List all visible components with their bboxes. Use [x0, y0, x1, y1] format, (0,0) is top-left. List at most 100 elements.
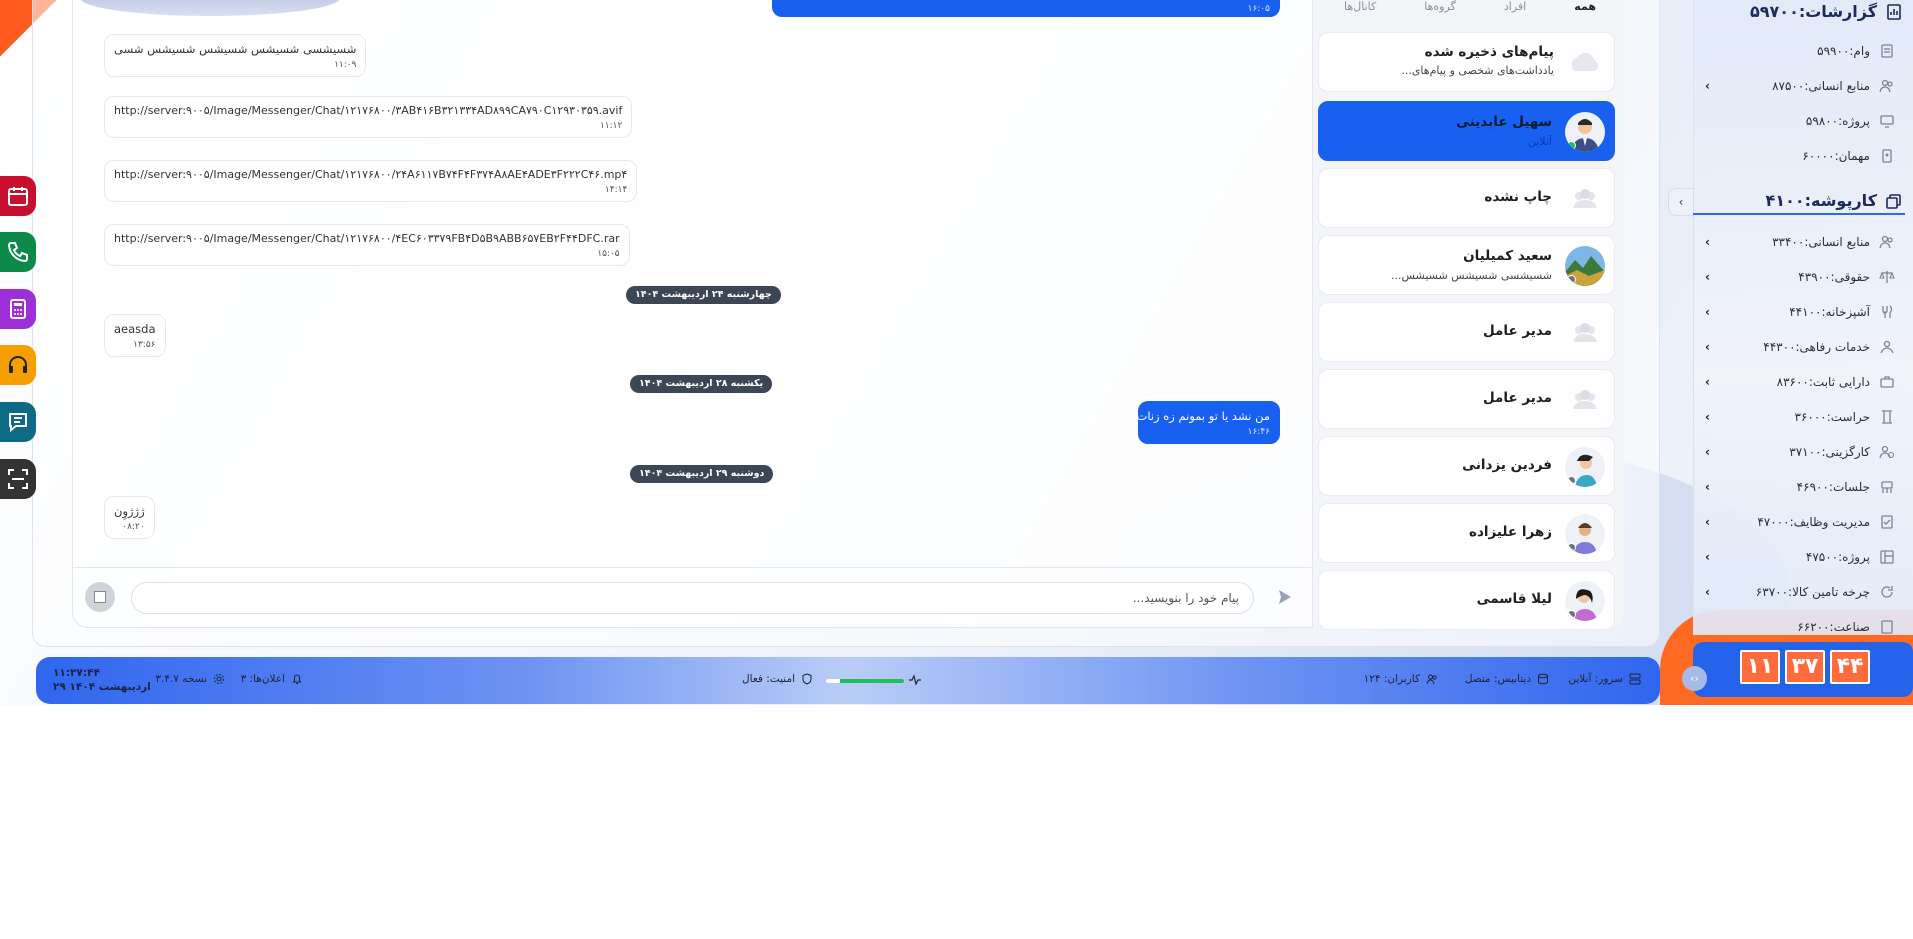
message-bubble-incoming[interactable]: http://server:۹۰۰۵/Image/Messenger/Chat/… — [104, 224, 630, 266]
message-text: من نشد یا تو بمونم زه زنات — [1136, 409, 1271, 423]
status-dot — [1567, 141, 1576, 150]
message-text: aeasda — [114, 322, 156, 336]
sidebar-item-loan[interactable]: وام:۵۹۹۰۰ — [1705, 39, 1895, 63]
cycle-icon — [1881, 586, 1893, 598]
sidebar-item-fixed-assets[interactable]: دارایی ثابت:۸۳۶۰۰ › — [1705, 370, 1895, 394]
sidebar-item-project[interactable]: پروژه:۵۹۸۰۰ — [1705, 109, 1895, 133]
file-link[interactable]: http://server:۹۰۰۵/Image/Messenger/Chat/… — [114, 168, 627, 181]
contact-subtitle: آنلاین — [1527, 135, 1552, 148]
status-bar-toggle-button[interactable]: ‹› — [1682, 666, 1707, 691]
calculator-icon — [10, 299, 26, 319]
server-status: سرور: آنلاین — [1568, 673, 1641, 685]
sidebar-item-guest[interactable]: مهمان:۶۰۰۰۰ — [1705, 144, 1895, 168]
sidebar-collapse-button[interactable]: ‹ — [1668, 188, 1694, 216]
clock-hours: ۱۱ — [1740, 650, 1780, 684]
send-icon[interactable] — [1277, 588, 1293, 606]
phone-icon — [7, 242, 28, 263]
notifications-indicator[interactable]: اعلان‌ها: ۳ — [241, 673, 303, 685]
contact-name: چاپ نشده — [1484, 189, 1552, 205]
file-link[interactable]: http://server:۹۰۰۵/Image/Messenger/Chat/… — [114, 232, 620, 245]
activity-icon — [909, 674, 921, 686]
version-text: نسخه ۳.۴.۷ — [155, 673, 207, 685]
sidebar-item-personnel[interactable]: کارگزینی:۳۷۱۰۰ › — [1705, 440, 1895, 464]
file-link[interactable]: http://server:۹۰۰۵/Image/Messenger/Chat/… — [114, 104, 622, 117]
contact-item[interactable]: فردین یزدانی — [1318, 436, 1615, 496]
phone-button[interactable] — [0, 232, 36, 272]
message-bubble-incoming[interactable]: ژژژوِن ۰۸:۲۰ — [104, 496, 155, 539]
chevron-right-icon: › — [1705, 410, 1710, 424]
contact-item[interactable]: مدیر عامل — [1318, 369, 1615, 429]
notifications-text: اعلان‌ها: ۳ — [240, 673, 285, 685]
sidebar-item-label: مهمان:۶۰۰۰۰ — [1802, 149, 1870, 163]
sidebar-item-hr[interactable]: منابع انسانی:۸۷۵۰۰ › — [1705, 74, 1895, 98]
contact-item[interactable]: مدیر عامل — [1318, 302, 1615, 362]
sidebar-item-legal[interactable]: حقوقی:۴۳۹۰۰ › — [1705, 265, 1895, 289]
calculator-button[interactable] — [0, 289, 36, 329]
reports-icon — [1887, 3, 1901, 20]
contact-item[interactable]: لیلا قاسمی — [1318, 570, 1615, 630]
chevron-left-icon: ‹ — [1678, 195, 1684, 209]
message-bubble-outgoing[interactable]: ۱۶:۰۵ — [772, 0, 1280, 17]
tab-people[interactable]: افراد — [1504, 0, 1526, 18]
sidebar-item-meetings[interactable]: جلسات:۴۶۹۰۰ › — [1705, 475, 1895, 499]
project-icon — [1880, 550, 1894, 564]
meeting-icon — [1881, 481, 1893, 493]
sidebar-item-kitchen[interactable]: آشپزخانه:۴۴۱۰۰ › — [1705, 300, 1895, 324]
tab-groups[interactable]: گروه‌ها — [1424, 0, 1456, 18]
security-status-text: امنیت: فعال — [742, 673, 795, 685]
attachment-button[interactable] — [85, 582, 115, 612]
sidebar-section-reports[interactable]: گزارشات:۵۹۷۰۰ — [1750, 2, 1903, 21]
sidebar-item-label: کارگزینی:۳۷۱۰۰ — [1789, 445, 1870, 459]
chevron-right-icon: › — [1705, 515, 1710, 529]
messages-button[interactable] — [0, 402, 36, 442]
contact-item[interactable]: سعید کمیلیان شسیشسی شسیشس شسیشس... — [1318, 235, 1615, 295]
calendar-icon — [8, 187, 28, 206]
sidebar-item-security[interactable]: حراست:۳۶۰۰۰ › — [1705, 405, 1895, 429]
calendar-button[interactable] — [0, 176, 36, 216]
sidebar-item-task-management[interactable]: مدیریت وظایف:۴۷۰۰۰ › — [1705, 510, 1895, 534]
chevron-right-icon: › — [1705, 550, 1710, 564]
contact-subtitle: شسیشسی شسیشس شسیشس... — [1391, 269, 1552, 282]
contact-name: پیام‌های ذخیره شده — [1424, 44, 1554, 60]
message-bubble-incoming[interactable]: http://server:۹۰۰۵/Image/Messenger/Chat/… — [104, 96, 633, 138]
database-icon — [1538, 673, 1548, 685]
contact-item[interactable]: زهرا علیزاده — [1318, 503, 1615, 563]
sidebar-item-label: حقوقی:۴۳۹۰۰ — [1798, 270, 1870, 284]
tab-all[interactable]: همه — [1574, 0, 1596, 18]
server-icon — [1629, 673, 1641, 685]
section-title: کارپوشه:۴۱۰۰ — [1765, 191, 1877, 210]
sidebar-item-project[interactable]: پروژه:۴۷۵۰۰ › — [1705, 545, 1895, 569]
tab-channels[interactable]: کانال‌ها — [1344, 0, 1376, 18]
sidebar-section-workfolder[interactable]: کارپوشه:۴۱۰۰ — [1766, 191, 1903, 210]
clock-minutes: ۳۷ — [1785, 650, 1825, 684]
avatar — [1565, 112, 1605, 152]
version-indicator[interactable]: نسخه ۳.۴.۷ — [155, 673, 225, 685]
section-underline — [1693, 213, 1905, 215]
contact-saved-messages[interactable]: پیام‌های ذخیره شده یادداشت‌های شخصی و پی… — [1318, 32, 1615, 92]
sidebar-item-industry[interactable]: صناعت:۶۶۲۰۰ — [1705, 615, 1895, 639]
scan-button[interactable] — [0, 459, 36, 499]
message-bubble-incoming[interactable]: شسیشسی شسیشس شسیشس شسیشس شسی ۱۱:۰۹ — [104, 34, 367, 77]
folder-icon — [1886, 193, 1901, 209]
sidebar-item-supply-cycle[interactable]: چرخه تامین کالا:۶۳۷۰۰ › — [1705, 580, 1895, 604]
contact-item[interactable]: سهیل عابدینی آنلاین — [1318, 101, 1615, 161]
contact-item[interactable]: چاپ نشده — [1318, 168, 1615, 228]
message-input[interactable] — [131, 582, 1254, 614]
support-button[interactable] — [0, 345, 36, 385]
contact-subtitle: یادداشت‌های شخصی و پیام‌های... — [1401, 64, 1554, 77]
group-icon — [1565, 380, 1605, 420]
contact-name: فردین یزدانی — [1462, 457, 1552, 473]
section-title: گزارشات:۵۹۷۰۰ — [1750, 2, 1877, 21]
message-bubble-incoming[interactable]: http://server:۹۰۰۵/Image/Messenger/Chat/… — [104, 160, 638, 202]
cloud-icon — [1565, 43, 1605, 83]
sidebar-item-hr[interactable]: منابع انسانی:۳۳۴۰۰ › — [1705, 230, 1895, 254]
status-dot — [1567, 476, 1576, 485]
group-icon — [1565, 313, 1605, 353]
sidebar-item-welfare[interactable]: خدمات رفاهی:۴۴۳۰۰ › — [1705, 335, 1895, 359]
message-bubble-incoming[interactable]: aeasda ۱۳:۵۶ — [104, 314, 166, 357]
message-bubble-outgoing[interactable]: من نشد یا تو بمونم زه زنات ۱۶:۴۶ — [1136, 401, 1280, 444]
database-status: دیتابیس: متصل — [1465, 673, 1549, 685]
avatar — [1565, 514, 1605, 554]
sidebar-item-label: جلسات:۴۶۹۰۰ — [1796, 480, 1870, 494]
footer-date: ۲۹ اردیبهشت ۱۴۰۴ — [53, 681, 151, 693]
